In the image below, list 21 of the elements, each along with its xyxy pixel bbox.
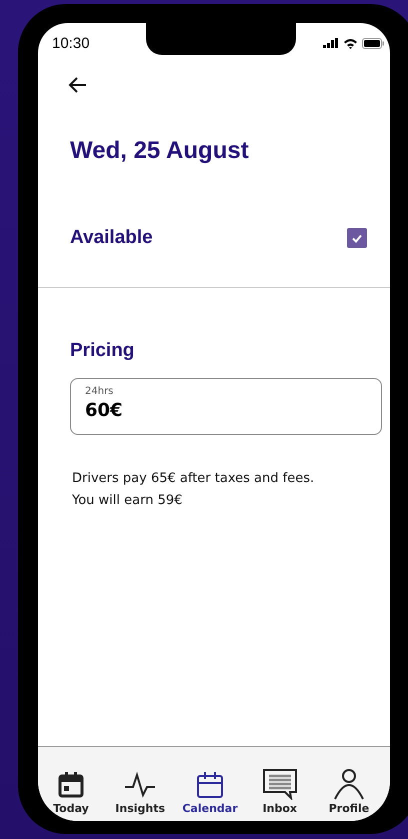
nav-tab[interactable]: Insights <box>113 770 168 815</box>
nav-tab[interactable]: Profile <box>322 768 376 815</box>
signal-icon <box>323 38 339 48</box>
wifi-icon <box>343 38 358 48</box>
pulse-line-icon <box>123 770 158 800</box>
nav-tab[interactable]: Inbox <box>252 768 307 815</box>
nav-tab[interactable]: Today <box>44 770 98 815</box>
pricing-heading: Pricing <box>70 340 136 362</box>
nav-tab[interactable]: Calendar <box>182 770 238 815</box>
calendar-icon <box>194 770 225 800</box>
person-icon <box>332 768 366 800</box>
pricing-note: You will earn 59€ <box>72 493 184 509</box>
price-field[interactable]: 24hrs 60€ <box>70 378 382 435</box>
calendar-day-icon <box>57 770 85 800</box>
message-icon <box>260 768 299 800</box>
date-title: Wed, 25 August <box>70 137 250 165</box>
pricing-note: Drivers pay 65€ after taxes and fees. <box>72 471 316 487</box>
status-time: 10:30 <box>52 34 90 52</box>
available-label: Available <box>70 227 153 249</box>
available-checkbox[interactable] <box>347 228 367 248</box>
battery-icon <box>362 38 384 48</box>
